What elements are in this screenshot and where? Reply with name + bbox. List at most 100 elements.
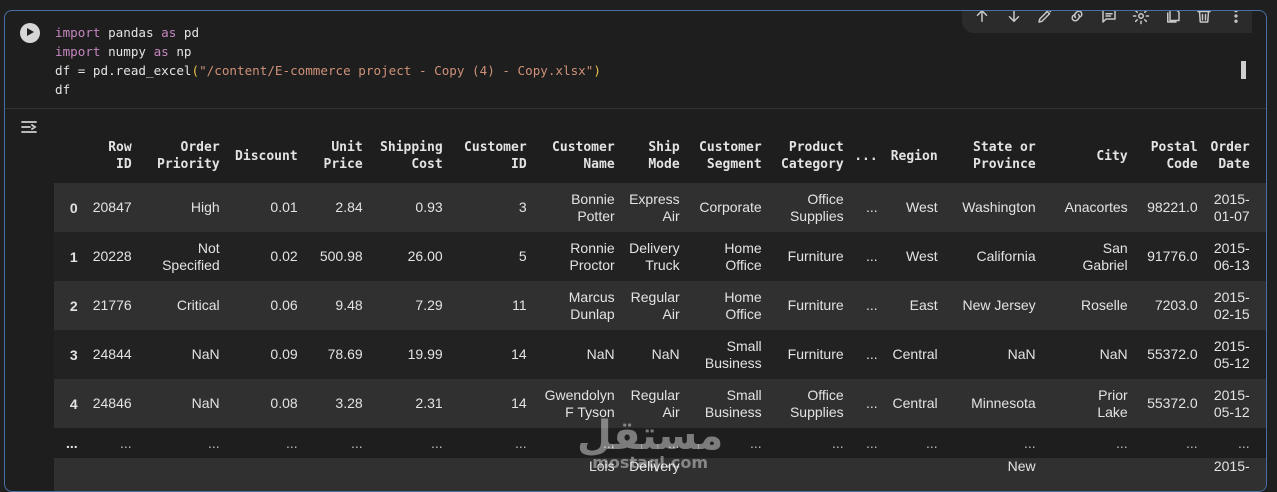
column-header: Region	[882, 129, 942, 183]
table-cell: 24844	[92, 346, 132, 362]
table-cell: 2015-05-14	[1254, 330, 1267, 379]
row-index	[54, 458, 82, 491]
table-cell: 3.28	[335, 395, 363, 411]
table-cell: 78.69	[327, 346, 363, 362]
table-cell: 7203.0	[1154, 297, 1198, 313]
table-cell: 2015-01-08	[1254, 183, 1267, 232]
column-header: Order Date	[1202, 129, 1254, 183]
editor-scrollbar[interactable]	[1241, 61, 1246, 79]
column-header: Product Category	[766, 129, 848, 183]
column-header-line: Segment	[706, 157, 762, 172]
column-header: Order Priority	[136, 129, 224, 183]
table-cell: Bonnie Potter	[571, 190, 615, 224]
table-cell: 0.06	[270, 297, 298, 313]
table-cell: 2.84	[335, 199, 363, 215]
table-cell: Delivery Truck	[629, 239, 680, 273]
table-cell: 20847	[92, 199, 132, 215]
table-cell: ...	[286, 434, 298, 451]
watermark: مستقل mostaql.com	[577, 416, 723, 472]
column-header-line: Order	[1210, 140, 1250, 155]
column-header-line: Cost	[411, 157, 443, 172]
code-keyword: as	[161, 25, 177, 40]
table-cell: 7.29	[415, 297, 443, 313]
column-header: Ship Mode	[619, 129, 684, 183]
table-cell: ...	[1238, 434, 1250, 451]
column-header-line: State or	[973, 140, 1036, 155]
column-header-line: City	[1096, 148, 1128, 164]
row-index: 2	[69, 297, 78, 314]
table-cell: Prior Lake	[1097, 386, 1128, 420]
table-cell: Small Business	[704, 337, 762, 371]
index-header	[54, 129, 82, 183]
table-row: 1 20228 Not Specified 0.02 500.98 26.00 5 Ronnie…	[54, 232, 1267, 281]
column-header-line: Shipping	[380, 140, 443, 155]
table-cell: 2015-	[1213, 458, 1250, 474]
table-cell: Ronnie Proctor	[569, 239, 615, 273]
table-header-row: Row ID Order Priority Discount Unit Price Shipp…	[54, 129, 1266, 183]
table-cell	[882, 458, 942, 491]
column-header-line: Priority	[157, 157, 220, 172]
table-cell: 3	[518, 199, 527, 215]
column-header: ...	[848, 129, 882, 183]
column-header-line: Customer	[699, 140, 762, 155]
column-header-line: Ship	[1258, 139, 1266, 156]
column-header: Unit Price	[302, 129, 367, 183]
column-header-line: Date	[1258, 156, 1266, 173]
column-header-line: Product	[788, 140, 844, 155]
table-cell: Corporate	[699, 199, 762, 215]
table-cell: New	[1007, 458, 1036, 474]
column-header: Discount	[224, 129, 302, 183]
table-cell: Central	[892, 395, 938, 411]
code-line: import pandas as pd	[55, 23, 1245, 42]
table-row: 3 24844 NaN 0.09 78.69 19.99 14 NaN NaN Small Busi…	[54, 330, 1267, 379]
table-cell: Roselle	[1080, 297, 1128, 313]
column-header: Customer Segment	[684, 129, 766, 183]
table-cell: 24846	[92, 395, 132, 411]
play-icon	[25, 24, 35, 42]
code-text: pandas	[100, 25, 162, 40]
table-cell	[766, 458, 848, 491]
table-cell: ...	[1024, 434, 1036, 451]
table-cell: 14	[511, 346, 527, 362]
table-cell: Office Supplies	[789, 386, 844, 420]
run-cell-button[interactable]	[20, 23, 40, 43]
column-header-line: Order	[180, 140, 220, 155]
table-cell	[302, 458, 367, 491]
code-editor[interactable]: import pandas as pd import numpy as np df …	[55, 23, 1245, 99]
column-header: Customer ID	[447, 129, 531, 183]
table-cell: Furniture	[787, 346, 844, 362]
table-cell: 20228	[92, 248, 132, 264]
output-actions-button[interactable]	[19, 117, 39, 137]
table-cell: ...	[926, 434, 938, 451]
table-cell: 21776	[92, 297, 132, 313]
table-cell: ...	[1254, 428, 1266, 458]
column-header-line: Price	[323, 157, 363, 172]
code-cell[interactable]: import pandas as pd import numpy as np df …	[4, 10, 1267, 492]
watermark-latin: mostaql.com	[592, 453, 709, 472]
code-keyword: import	[55, 44, 101, 59]
column-header: ShipDate	[1254, 129, 1266, 183]
table-cell: Critical	[176, 297, 220, 313]
column-header-line: Code	[1166, 157, 1198, 172]
column-header: Shipping Cost	[367, 129, 447, 183]
table-cell: NaN	[191, 395, 220, 411]
table-cell: 0.01	[270, 199, 298, 215]
table-cell: 2015-06-15	[1254, 232, 1267, 281]
column-header-line: Region	[890, 148, 938, 164]
table-cell: High	[190, 199, 220, 215]
column-header-line: Category	[781, 157, 844, 172]
table-cell	[848, 458, 882, 491]
table-cell: 11	[512, 297, 527, 313]
table-cell: 2015- 06-13	[1213, 239, 1250, 273]
table-cell: 0.08	[270, 395, 298, 411]
table-cell: 19.99	[407, 346, 443, 362]
table-cell: 2015-02-17	[1254, 281, 1267, 330]
column-header-line: Unit	[331, 140, 363, 155]
table-cell: 2015- 02-15	[1213, 288, 1250, 322]
table-cell: NaN	[651, 346, 680, 362]
table-cell	[82, 458, 136, 491]
code-keyword: as	[153, 44, 169, 59]
table-cell: Central	[892, 346, 938, 362]
table-cell: 14	[511, 395, 527, 411]
table-cell: ...	[866, 248, 878, 264]
